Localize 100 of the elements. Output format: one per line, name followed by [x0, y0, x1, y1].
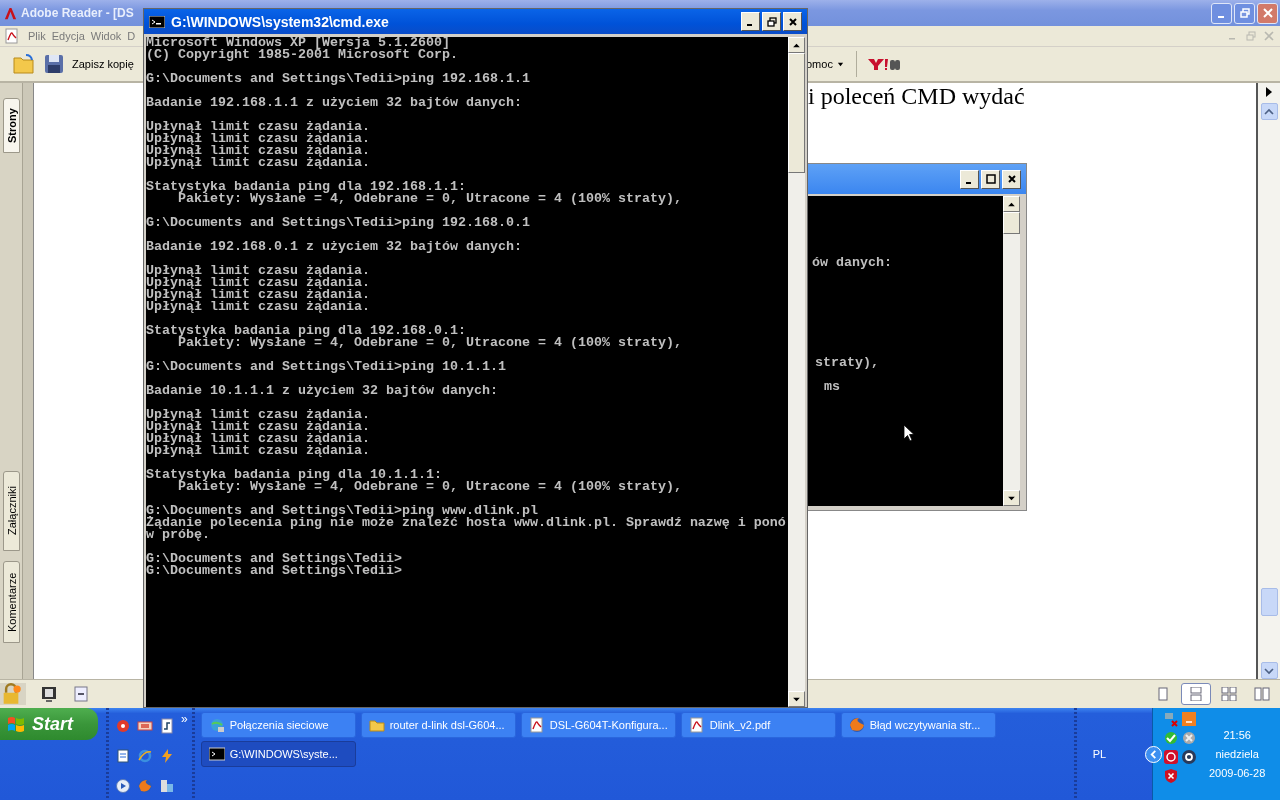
- triangle-up-icon: [793, 42, 800, 48]
- console-line: Upłynął limit czasu żądania.: [146, 265, 371, 277]
- console-line: G:\Documents and Settings\Tedii>ping www.dlink.pl: [146, 505, 538, 517]
- taskbar-button[interactable]: Dlink_v2.pdf: [680, 712, 836, 738]
- page-layout-icon: [1155, 687, 1171, 701]
- play-icon[interactable]: [115, 778, 131, 794]
- scroll-bar[interactable]: [1258, 83, 1280, 679]
- console-line: Pakiety: Wysłane = 4, Odebrane = 0, Utracone = 4 (100% straty),: [178, 337, 683, 349]
- triangle-up-icon: [1008, 201, 1015, 207]
- console-line: straty),: [815, 357, 879, 369]
- toolbar-grip[interactable]: [1073, 708, 1077, 800]
- menu-item[interactable]: Plik: [28, 30, 46, 42]
- console-line: Badanie 192.168.0.1 z użyciem 32 bajtów danych:: [146, 241, 523, 253]
- console-line: Upłynął limit czasu żądania.: [146, 277, 371, 289]
- console-line: Upłynął limit czasu żądania.: [146, 301, 371, 313]
- taskbar-button[interactable]: Połączenia sieciowe: [200, 712, 356, 738]
- monitor-icon[interactable]: [40, 685, 58, 703]
- music-icon[interactable]: [159, 718, 175, 734]
- page-layout-icon: [1188, 687, 1204, 701]
- folder-icon[interactable]: [12, 52, 36, 76]
- minimize-icon: [1217, 15, 1224, 18]
- lightning-icon[interactable]: [159, 748, 175, 764]
- console-line: Upłynął limit czasu żądania.: [146, 121, 371, 133]
- console-line: (C) Copyright 1985-2001 Microsoft Corp.: [146, 49, 459, 61]
- document-text: i poleceń CMD wydać: [808, 83, 1025, 110]
- menu-item[interactable]: Widok: [90, 30, 122, 42]
- page-icon[interactable]: [72, 685, 90, 703]
- console-line: Upłynął limit czasu żądania.: [146, 289, 371, 301]
- maximize-button[interactable]: [981, 169, 1000, 189]
- minimize-icon: [966, 181, 971, 184]
- globe-icon[interactable]: [137, 748, 153, 764]
- console-line: G:\Documents and Settings\Tedii>: [146, 553, 403, 565]
- console-line: G:\Documents and Settings\Tedii>ping 10.1.1.1: [146, 361, 507, 373]
- shield-icon[interactable]: [1163, 768, 1179, 784]
- console-line: Badanie 192.168.1.1 z użyciem 32 bajtów danych:: [146, 97, 523, 109]
- taskbar-button[interactable]: DSL-G604T-Konfigura...: [520, 712, 676, 738]
- close-icon: [1262, 8, 1273, 18]
- clock-time[interactable]: 21:56: [1223, 729, 1251, 741]
- maximize-icon: [985, 174, 996, 184]
- start-button[interactable]: Start: [0, 708, 98, 740]
- cursor-icon: [903, 424, 915, 442]
- chevron-up-icon: [1264, 107, 1274, 116]
- console-line: Upłynął limit czasu żądania.: [146, 433, 371, 445]
- side-tab[interactable]: Załączniki: [3, 471, 20, 551]
- language-indicator[interactable]: PL: [1092, 748, 1107, 760]
- console-line: Statystyka badania ping dla 192.168.1.1:: [146, 181, 466, 193]
- close-icon: [787, 16, 798, 27]
- antivirus-icon[interactable]: [1181, 749, 1197, 765]
- chevron-down-icon: [1264, 666, 1274, 675]
- more-button[interactable]: »: [181, 712, 188, 726]
- console-line: Pakiety: Wysłane = 4, Odebrane = 0, Utracone = 4 (100% straty),: [178, 193, 683, 205]
- page-layout-button[interactable]: [1181, 683, 1211, 705]
- console-line: Upłynął limit czasu żądania.: [146, 409, 371, 421]
- toolbar-grip[interactable]: [191, 708, 195, 800]
- taskbar-button[interactable]: router d-link dsl-G604...: [360, 712, 516, 738]
- close-icon: [1006, 174, 1017, 184]
- console-line: w próbę.: [146, 529, 211, 541]
- console-line: ów danych:: [812, 257, 892, 269]
- taskbar-button[interactable]: G:\WINDOWS\syste...: [200, 741, 356, 767]
- side-tab[interactable]: Komentarze: [3, 561, 20, 643]
- console-line: Upłynął limit czasu żądania.: [146, 157, 371, 169]
- chevron-left-icon: [1149, 750, 1158, 759]
- scroll-thumb[interactable]: [1260, 588, 1278, 616]
- console-line: Badanie 10.1.1.1 z użyciem 32 bajtów danych:: [146, 385, 499, 397]
- show-hidden-icons-button[interactable]: [1145, 746, 1162, 763]
- console-line: Upłynął limit czasu żądania.: [146, 133, 371, 145]
- fox-globe-icon[interactable]: [137, 778, 153, 794]
- console-line: G:\Documents and Settings\Tedii>ping 192.168.0.1: [146, 217, 531, 229]
- console-line: Pakiety: Wysłane = 4, Odebrane = 0, Utracone = 4 (100% straty),: [178, 481, 683, 493]
- page-layout-icon: [1221, 687, 1237, 701]
- reader-logo-icon: [3, 5, 18, 21]
- window-title: Adobe Reader - [DS: [21, 6, 134, 20]
- menu-item[interactable]: Edycja: [51, 30, 85, 42]
- caret-icon: [836, 60, 844, 68]
- sync-icon[interactable]: [1163, 749, 1179, 765]
- expand-arrow-icon[interactable]: [1265, 87, 1273, 97]
- taskbar-button[interactable]: Błąd wczytywania str...: [840, 712, 996, 738]
- cup-icon[interactable]: [1181, 711, 1197, 727]
- film-icon[interactable]: [137, 718, 153, 734]
- console-icon: [149, 15, 165, 28]
- binoculars-icon[interactable]: [866, 57, 901, 71]
- clock-day[interactable]: niedziela: [1215, 748, 1259, 760]
- disc-icon[interactable]: [115, 718, 131, 734]
- menu-item[interactable]: D: [127, 30, 136, 42]
- network-icon[interactable]: [1163, 711, 1179, 727]
- console-line: Żądanie polecenia ping nie może znaleźć hosta www.dlink.pl. Sprawdź nazwę i ponó: [146, 517, 787, 529]
- clock-date[interactable]: 2009-06-28: [1209, 767, 1266, 779]
- toolbar-grip[interactable]: [106, 708, 109, 800]
- pdf-icon: [4, 28, 20, 44]
- console-line: Statystyka badania ping dla 192.168.0.1:: [146, 325, 466, 337]
- lock-icon[interactable]: [0, 683, 26, 705]
- triangle-down-icon: [793, 696, 800, 702]
- notepad-icon[interactable]: [115, 748, 131, 764]
- restore-icon: [1239, 8, 1250, 18]
- console-line: Upłynął limit czasu żądania.: [146, 445, 371, 457]
- side-tab[interactable]: Strony: [3, 98, 20, 153]
- checkmark-icon[interactable]: [1163, 730, 1179, 746]
- windows-icon[interactable]: [159, 778, 175, 794]
- save-copy-button[interactable]: Zapisz kopię: [42, 52, 134, 76]
- console-line: ms: [824, 381, 840, 393]
